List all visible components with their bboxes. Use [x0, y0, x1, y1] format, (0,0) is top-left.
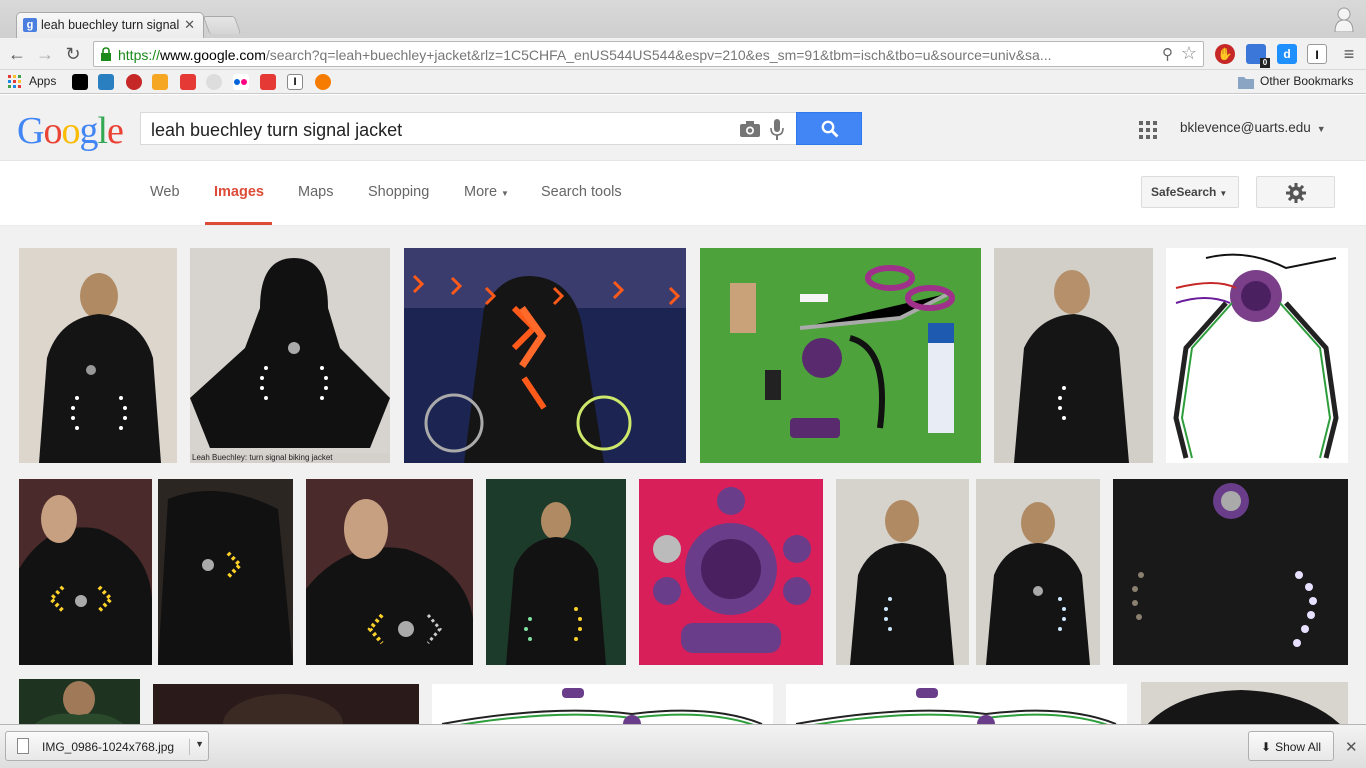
instapaper-bookmark-icon[interactable]: I	[287, 74, 303, 90]
download-item[interactable]: IMG_0986-1024x768.jpg ▼	[5, 731, 209, 761]
google-header: Google leah buechley turn signal jacket …	[0, 95, 1366, 161]
delicious-extension-icon[interactable]: d	[1277, 44, 1297, 64]
image-result[interactable]	[19, 248, 177, 463]
logo-letter: o	[43, 110, 62, 152]
show-all-button[interactable]: ⬇ Show All	[1248, 731, 1334, 761]
menu-icon[interactable]: ≡	[1338, 43, 1360, 65]
bookmark-icon[interactable]	[126, 74, 142, 90]
tab-more[interactable]: More ▼	[464, 184, 509, 200]
image-results: Leah Buechley: turn signal biking jacket	[0, 226, 1366, 724]
profile-icon[interactable]	[1334, 6, 1354, 32]
lock-icon	[101, 47, 111, 61]
image-result[interactable]	[639, 479, 823, 665]
tab-shopping[interactable]: Shopping	[368, 184, 429, 200]
logo-letter: g	[79, 110, 98, 152]
chevron-down-icon: ▼	[1219, 189, 1228, 198]
safesearch-button[interactable]: SafeSearch ▼	[1141, 176, 1239, 208]
chevron-down-icon: ▼	[501, 189, 509, 198]
download-bar: IMG_0986-1024x768.jpg ▼ ⬇ Show All ✕	[0, 724, 1366, 768]
image-result[interactable]: Leah Buechley: turn signal biking jacket	[190, 248, 390, 463]
image-result[interactable]	[19, 479, 152, 665]
image-result[interactable]	[786, 684, 1127, 724]
bookmark-icon[interactable]	[152, 74, 168, 90]
bookmark-star-icon[interactable]: ☆	[1181, 43, 1197, 64]
ghostery-extension-icon[interactable]: 0	[1246, 44, 1270, 68]
chevron-down-icon: ▼	[1316, 124, 1326, 134]
image-result[interactable]	[158, 479, 293, 665]
logo-letter: l	[97, 110, 108, 152]
file-icon	[17, 738, 29, 754]
bookmark-icon[interactable]	[260, 74, 276, 90]
tab-images[interactable]: Images	[214, 184, 264, 200]
bookmark-icon[interactable]	[180, 74, 196, 90]
apps-bookmark[interactable]: Apps	[29, 74, 56, 90]
logo-letter: o	[61, 110, 80, 152]
new-tab-button[interactable]	[202, 16, 242, 34]
other-bookmarks[interactable]: Other Bookmarks	[1260, 74, 1353, 90]
close-icon[interactable]: ✕	[1345, 738, 1358, 756]
bookmark-icon[interactable]	[315, 74, 331, 90]
tab-maps[interactable]: Maps	[298, 184, 333, 200]
image-result[interactable]	[994, 248, 1153, 463]
bookmarks-bar: Apps I Other Bookmarks	[0, 70, 1366, 94]
active-tab-indicator	[205, 222, 272, 225]
google-favicon-icon: g	[23, 18, 37, 32]
image-result[interactable]	[976, 479, 1100, 665]
reddit-bookmark-icon[interactable]	[206, 74, 222, 90]
search-button[interactable]	[796, 112, 862, 145]
image-result[interactable]	[306, 479, 473, 665]
image-result[interactable]	[700, 248, 981, 463]
tab-title: leah buechley turn signal j	[41, 18, 181, 32]
browser-toolbar: ← → ↻ https://www.google.com/search?q=le…	[0, 38, 1366, 70]
back-icon[interactable]: ←	[6, 43, 28, 65]
image-caption: Leah Buechley: turn signal biking jacket	[192, 453, 333, 462]
forward-icon[interactable]: →	[34, 43, 56, 65]
google-logo[interactable]: Google	[17, 109, 124, 153]
image-result[interactable]	[836, 479, 969, 665]
logo-letter: e	[107, 110, 124, 152]
microphone-icon[interactable]	[770, 119, 784, 141]
image-result[interactable]	[1166, 248, 1348, 463]
google-apps-icon[interactable]	[1139, 121, 1157, 139]
image-result[interactable]	[153, 684, 419, 724]
url-text: https://www.google.com/search?q=leah+bue…	[118, 47, 1052, 63]
settings-button[interactable]	[1256, 176, 1335, 208]
adblock-extension-icon[interactable]: ✋	[1215, 44, 1235, 64]
apps-grid-icon[interactable]	[8, 75, 22, 89]
image-result[interactable]	[1113, 479, 1348, 665]
browser-tab[interactable]: g leah buechley turn signal j ✕	[16, 12, 204, 38]
camera-icon[interactable]	[740, 121, 760, 137]
tab-web[interactable]: Web	[150, 184, 180, 200]
account-menu[interactable]: bklevence@uarts.edu ▼	[1180, 120, 1326, 135]
logo-letter: G	[17, 110, 44, 152]
gear-icon	[1286, 183, 1306, 203]
fancy-bookmark-icon[interactable]	[72, 74, 88, 90]
tab-close-icon[interactable]: ✕	[184, 17, 195, 33]
image-result[interactable]	[432, 684, 773, 724]
reload-icon[interactable]: ↻	[62, 43, 84, 65]
folder-icon	[1238, 77, 1254, 89]
tab-strip: g leah buechley turn signal j ✕	[0, 0, 1366, 38]
flickr-bookmark-icon[interactable]	[233, 74, 249, 90]
address-bar[interactable]: https://www.google.com/search?q=leah+bue…	[93, 41, 1204, 67]
image-result[interactable]	[1141, 682, 1348, 724]
search-input[interactable]: leah buechley turn signal jacket	[140, 112, 797, 145]
trello-bookmark-icon[interactable]	[98, 74, 114, 90]
search-query: leah buechley turn signal jacket	[151, 120, 403, 140]
image-result[interactable]	[19, 679, 140, 724]
image-result[interactable]	[486, 479, 626, 665]
zoom-icon[interactable]: ⚲	[1162, 45, 1173, 63]
download-arrow-icon: ⬇	[1261, 740, 1272, 754]
image-result[interactable]	[404, 248, 686, 463]
instapaper-extension-icon[interactable]: I	[1307, 44, 1327, 64]
search-icon	[821, 120, 839, 138]
download-filename: IMG_0986-1024x768.jpg	[42, 740, 175, 754]
chevron-down-icon[interactable]: ▼	[189, 739, 204, 755]
search-nav: Web Images Maps Shopping More ▼ Search to…	[0, 161, 1366, 226]
tab-search-tools[interactable]: Search tools	[541, 184, 622, 200]
